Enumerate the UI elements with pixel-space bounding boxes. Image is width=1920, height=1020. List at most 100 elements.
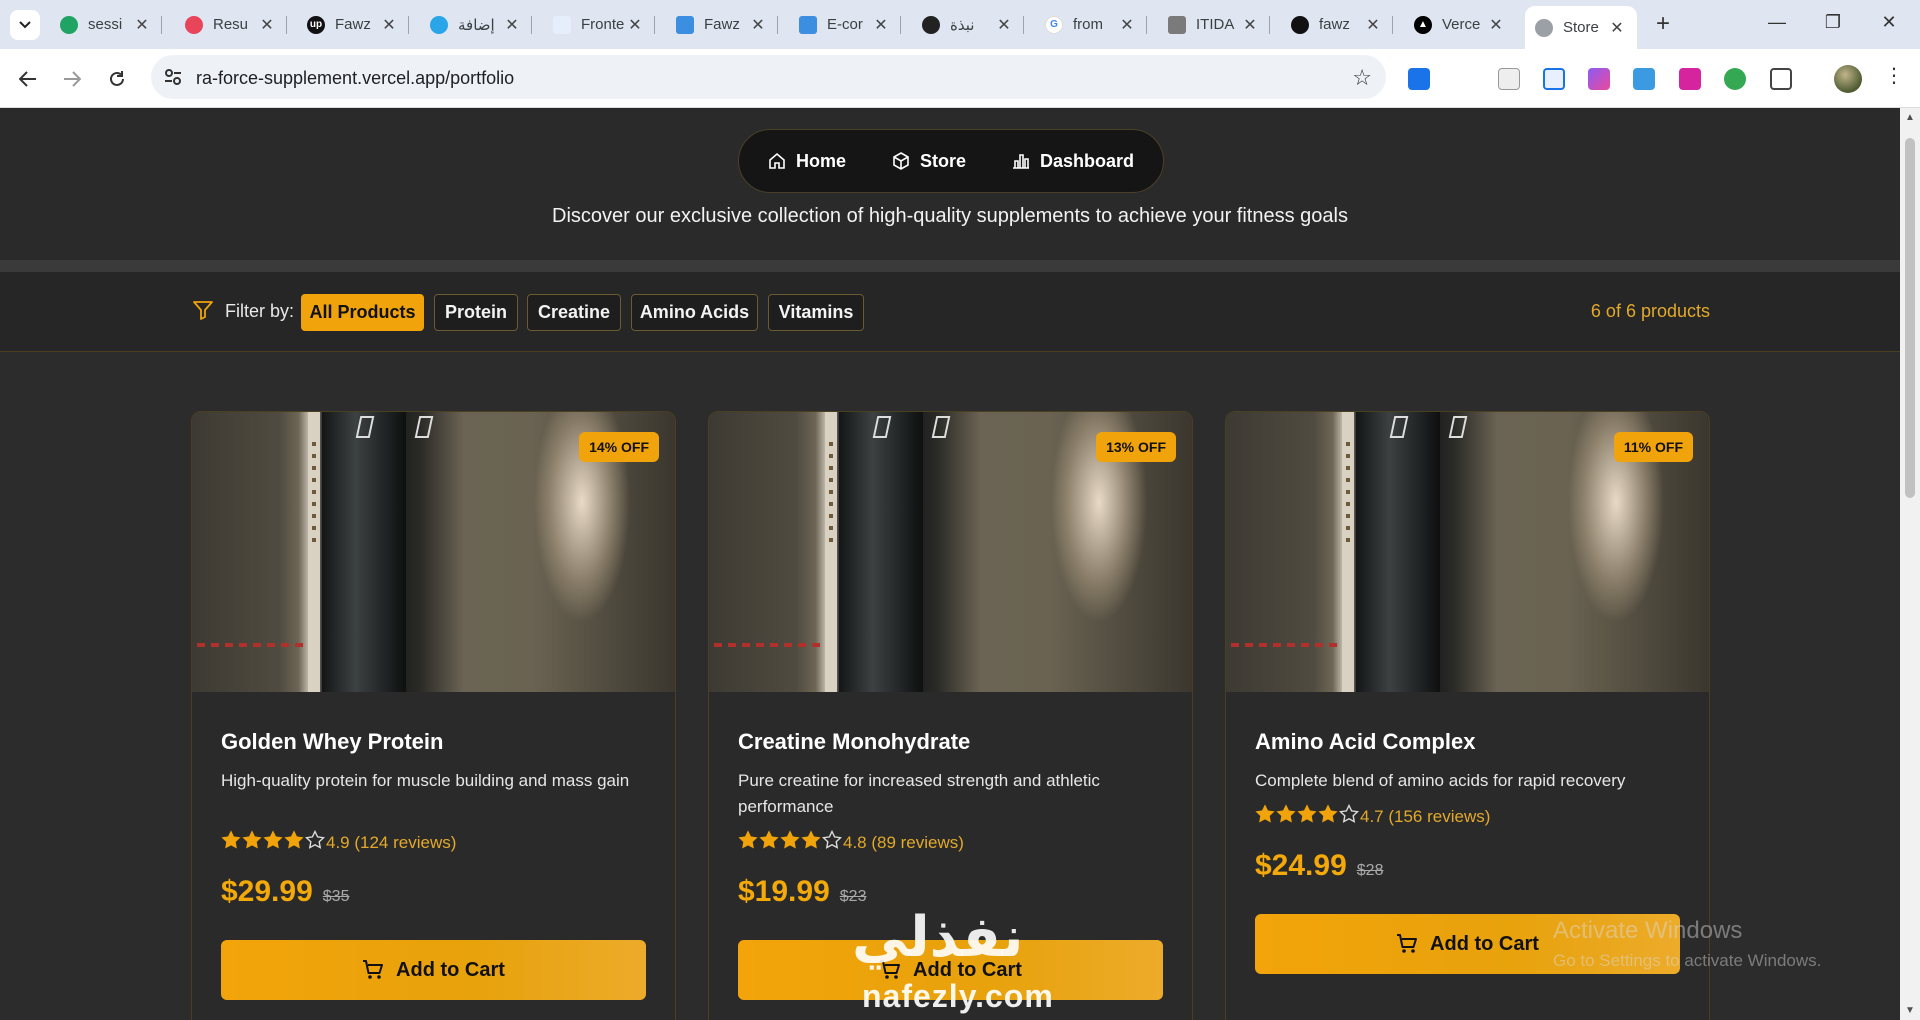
filter-bar: Filter by: All Products Protein Creatine… — [0, 272, 1900, 352]
browser-tab[interactable]: ▲ Verce ✕ — [1404, 6, 1516, 43]
back-button[interactable] — [14, 65, 42, 93]
close-icon[interactable]: ✕ — [1363, 15, 1383, 35]
rating-text: 4.9 (124 reviews) — [326, 832, 457, 852]
product-name: Golden Whey Protein — [221, 729, 444, 754]
star-filled-icon — [1297, 804, 1317, 823]
reload-button[interactable] — [103, 65, 131, 93]
nav-home-label: Home — [795, 150, 846, 171]
itida-icon — [1168, 15, 1186, 34]
upwork-icon: up — [307, 15, 325, 34]
star-filled-icon — [1318, 804, 1338, 823]
original-price: $35 — [322, 888, 350, 905]
address-bar[interactable]: ra-force-supplement.vercel.app/portfolio… — [151, 55, 1386, 99]
text-extension-icon[interactable] — [1498, 68, 1520, 90]
product-description: Pure creatine for increased strength and… — [738, 771, 1100, 816]
product-count: 6 of 6 products — [1590, 301, 1710, 321]
browser-tab[interactable]: Fronte ✕ — [543, 6, 655, 43]
star-filled-icon — [221, 830, 241, 849]
nav-store-link[interactable]: Store — [892, 151, 966, 172]
filter-chip-amino-acids[interactable]: Amino Acids — [631, 294, 758, 331]
original-price: $28 — [1356, 862, 1384, 879]
star-filled-icon — [780, 830, 800, 849]
close-icon[interactable]: ✕ — [748, 15, 768, 35]
new-tab-button[interactable]: + — [1650, 12, 1676, 36]
close-icon[interactable]: ✕ — [132, 15, 152, 35]
close-icon[interactable]: ✕ — [502, 15, 522, 35]
forward-button[interactable] — [58, 65, 86, 93]
browser-tab[interactable]: up Fawz ✕ — [297, 6, 409, 43]
reader-extension-icon[interactable] — [1543, 68, 1565, 90]
extensions-puzzle-icon[interactable] — [1770, 68, 1792, 90]
openai-icon — [922, 15, 940, 34]
product-image: 14% OFF — [192, 412, 675, 692]
downloader-extension-icon[interactable] — [1679, 68, 1701, 90]
tab-title: E-cor — [827, 16, 863, 33]
hero-header: Home Store Dashboard Discover our exclus… — [0, 108, 1900, 260]
page-tagline: Discover our exclusive collection of hig… — [552, 205, 1348, 227]
nav-dashboard-label: Dashboard — [1040, 150, 1135, 171]
product-price: $24.99 — [1255, 849, 1347, 882]
site-settings-icon[interactable] — [163, 67, 183, 87]
close-icon[interactable]: ✕ — [871, 15, 891, 35]
close-icon[interactable]: ✕ — [994, 15, 1014, 35]
close-icon[interactable]: ✕ — [625, 15, 645, 35]
close-icon[interactable]: ✕ — [1486, 15, 1506, 35]
star-filled-icon — [242, 830, 262, 849]
filter-chip-vitamins[interactable]: Vitamins — [768, 294, 864, 331]
nav-home-link[interactable]: Home — [768, 151, 846, 172]
browser-tab[interactable]: نبذة ✕ — [912, 6, 1024, 43]
browser-tab[interactable]: Resu ✕ — [175, 6, 287, 43]
filter-chip-protein[interactable]: Protein — [434, 294, 518, 331]
window-close-button[interactable]: ✕ — [1874, 12, 1904, 33]
nav-dashboard-link[interactable]: Dashboard — [1012, 151, 1134, 172]
browser-tabstrip: sessi ✕ Resu ✕ up Fawz ✕ إضافة ✕ Fronte … — [0, 0, 1920, 49]
circle-icon — [430, 15, 448, 34]
filter-chip-creatine[interactable]: Creatine — [527, 294, 621, 331]
profile-avatar[interactable] — [1834, 65, 1862, 93]
activate-windows-title: Activate Windows — [1553, 917, 1743, 944]
filter-chip-all-products[interactable]: All Products — [301, 294, 424, 331]
tab-title: Resu — [213, 16, 249, 33]
tab-title: Store — [1563, 19, 1599, 36]
browser-tab[interactable]: fawz ✕ — [1281, 6, 1393, 43]
star-empty-icon — [821, 829, 843, 849]
bookmark-star-icon[interactable]: ☆ — [1352, 65, 1372, 91]
close-icon[interactable]: ✕ — [257, 15, 277, 35]
page-scrollbar[interactable]: ▲ ▼ — [1900, 108, 1920, 1020]
restore-button[interactable]: ❐ — [1818, 12, 1848, 33]
original-price: $23 — [839, 888, 867, 905]
close-icon[interactable]: ✕ — [379, 15, 399, 35]
tab-search-button[interactable] — [10, 10, 40, 40]
color-extension-icon[interactable] — [1588, 68, 1610, 90]
download-extension-icon[interactable] — [1408, 68, 1430, 90]
scroll-down-arrow-icon[interactable]: ▼ — [1905, 1005, 1915, 1016]
browser-tab-active[interactable]: Store ✕ — [1525, 6, 1637, 49]
github-icon — [1291, 15, 1309, 34]
browser-tab[interactable]: E-cor ✕ — [789, 6, 901, 43]
tab-title: Fawz — [335, 16, 371, 33]
font-extension-icon[interactable] — [1633, 68, 1655, 90]
product-image: 11% OFF — [1226, 412, 1709, 692]
browser-tab[interactable]: G from ✕ — [1035, 6, 1147, 43]
star-empty-icon — [1338, 803, 1360, 823]
browser-menu-icon[interactable]: ⋮ — [1884, 63, 1904, 88]
scroll-up-arrow-icon[interactable]: ▲ — [1905, 112, 1915, 123]
browser-tab[interactable]: ITIDA ✕ — [1158, 6, 1270, 43]
browser-tab[interactable]: Fawz ✕ — [666, 6, 778, 43]
close-icon[interactable]: ✕ — [1240, 15, 1260, 35]
browser-tab[interactable]: إضافة ✕ — [420, 6, 532, 43]
star-filled-icon — [284, 830, 304, 849]
arrow-right-icon — [64, 71, 81, 87]
assistant-extension-icon[interactable] — [1724, 68, 1746, 90]
close-icon[interactable]: ✕ — [1607, 18, 1627, 38]
tab-title: from — [1073, 16, 1103, 33]
star-filled-icon — [263, 830, 283, 849]
browser-tab[interactable]: sessi ✕ — [50, 6, 162, 43]
minimize-button[interactable]: — — [1762, 12, 1792, 33]
add-to-cart-button[interactable]: Add to Cart — [221, 940, 646, 1000]
flutter-icon — [676, 15, 694, 34]
main-nav: Home Store Dashboard — [738, 129, 1164, 193]
scrollbar-thumb[interactable] — [1905, 138, 1915, 498]
pen-extension-icon[interactable] — [1453, 68, 1475, 90]
close-icon[interactable]: ✕ — [1117, 15, 1137, 35]
